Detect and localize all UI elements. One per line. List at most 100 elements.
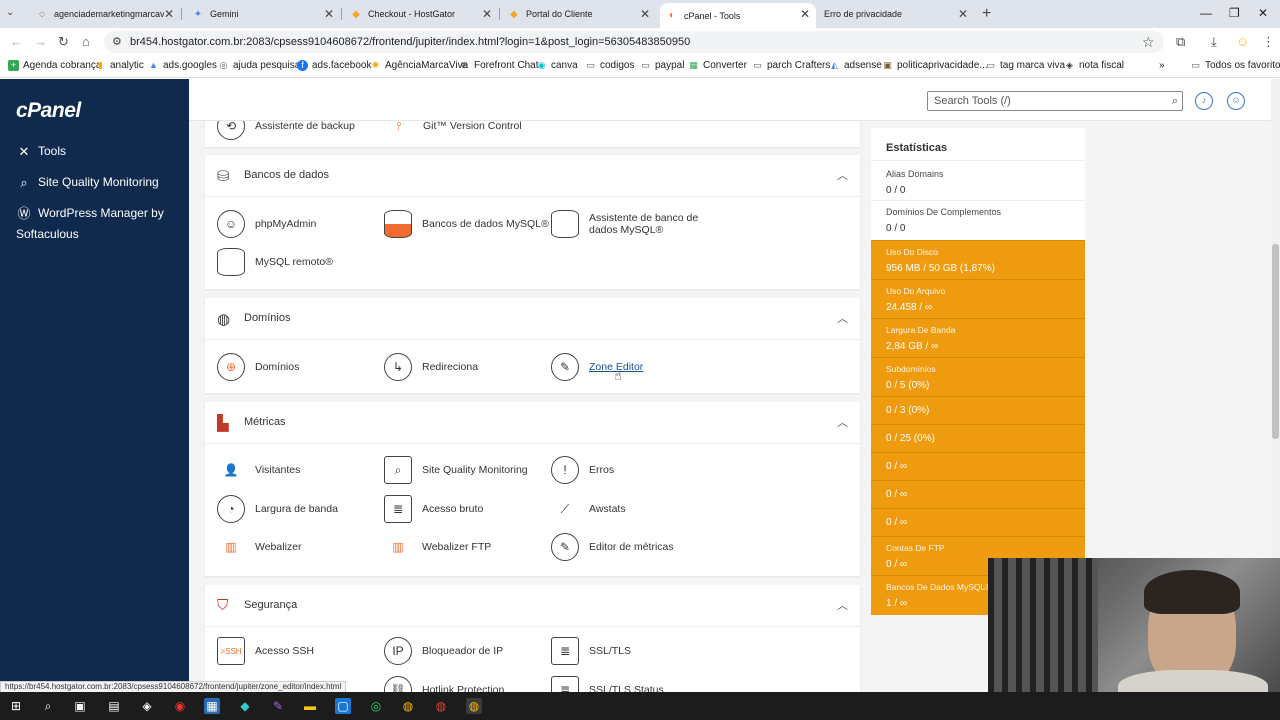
tool-webalizer[interactable]: ▥ Webalizer: [217, 533, 302, 561]
tool-git[interactable]: ⫯ Git™ Version Control: [385, 121, 522, 140]
tool-visitors[interactable]: 👤 Visitantes: [217, 456, 300, 484]
tool-ssl-tls[interactable]: ≣ SSL/TLS: [551, 637, 631, 665]
databases-card-header[interactable]: ⛁ Bancos de dados ︿: [205, 155, 860, 197]
bookmark-item[interactable]: ◈ nota fiscal: [1064, 60, 1124, 71]
tool-mysql-databases[interactable]: Bancos de dados MySQL®: [384, 210, 549, 238]
profile-icon[interactable]: ☺: [1236, 34, 1249, 49]
chrome-active-icon[interactable]: ◍: [466, 698, 482, 714]
chevron-up-icon[interactable]: ︿: [837, 310, 848, 326]
bookmark-item[interactable]: ◎ ajuda pesquisa: [218, 60, 301, 71]
all-bookmarks-folder[interactable]: ▭ Todos os favoritos: [1190, 60, 1280, 71]
file-explorer-icon[interactable]: ▬: [302, 698, 318, 714]
app-icon[interactable]: ▢: [335, 698, 351, 714]
tab-checkout[interactable]: ◆ Checkout - HostGator ✕: [344, 3, 498, 25]
tool-raw-access[interactable]: ≣ Acesso bruto: [384, 495, 483, 523]
sidebar-item-wordpress-manager-line2[interactable]: Softaculous: [16, 224, 79, 245]
bookmark-item[interactable]: ▣ politicaprivacidade...: [882, 60, 987, 71]
menu-icon[interactable]: ⋮: [1262, 34, 1275, 50]
chrome-icon[interactable]: ◍: [433, 698, 449, 714]
bookmark-folder[interactable]: ▭ tag marca viva: [985, 60, 1065, 71]
bookmark-folder[interactable]: ▭ parch Crafters: [752, 60, 830, 71]
close-icon[interactable]: ✕: [482, 7, 492, 21]
bookmark-item[interactable]: + Agenda cobrança: [8, 60, 101, 71]
window-close-icon[interactable]: ✕: [1258, 6, 1268, 20]
tool-hotlink-protection[interactable]: ⛓ Hotlink Protection: [384, 676, 504, 692]
user-account-icon[interactable]: ☺: [1227, 92, 1245, 110]
app-icon[interactable]: ◆: [237, 698, 253, 714]
tool-awstats[interactable]: ⟋ Awstats: [551, 495, 626, 523]
reload-icon[interactable]: ↻: [58, 34, 69, 50]
tool-bandwidth[interactable]: ◔ Largura de banda: [217, 495, 338, 523]
bookmark-folder[interactable]: ▭ codigos: [585, 60, 634, 71]
tab-agencia[interactable]: ◌ agenciademarketingmarcaviva ✕: [30, 3, 180, 25]
sidebar-item-wordpress-manager[interactable]: Ⓦ WordPress Manager by: [16, 203, 163, 224]
app-icon[interactable]: ▦: [204, 698, 220, 714]
tool-webalizer-ftp[interactable]: ▥ Webalizer FTP: [384, 533, 491, 561]
bookmark-item[interactable]: ⊛ Forefront Chat: [459, 60, 539, 71]
bookmark-item[interactable]: ✺ AgênciaMarcaViva: [370, 60, 468, 71]
tool-domains[interactable]: ⊕ Domínios: [217, 353, 299, 381]
windows-start-icon[interactable]: ⊞: [8, 698, 24, 714]
app-icon[interactable]: ◈: [139, 698, 155, 714]
scrollbar-thumb[interactable]: [1272, 244, 1279, 439]
forward-icon[interactable]: →: [34, 34, 47, 49]
search-icon[interactable]: ⌕: [1172, 92, 1178, 110]
app-icon[interactable]: ▤: [106, 698, 122, 714]
bookmark-item[interactable]: ◭ adsense: [829, 60, 882, 71]
security-card-header[interactable]: ⛉ Segurança ︿: [205, 585, 860, 627]
bookmark-item[interactable]: ▲ ads.googles: [148, 60, 217, 71]
close-icon[interactable]: ✕: [324, 7, 334, 21]
sidebar-item-site-quality[interactable]: ⌕ Site Quality Monitoring: [16, 172, 158, 193]
site-info-icon[interactable]: ⚙: [112, 31, 122, 53]
bookmarks-overflow-button[interactable]: »: [1159, 60, 1165, 71]
tool-remote-mysql[interactable]: MySQL remoto®: [217, 248, 333, 276]
bookmark-item[interactable]: f ads.facebook: [297, 60, 372, 71]
tool-redirects[interactable]: ↳ Redireciona: [384, 353, 478, 381]
bookmark-item[interactable]: ◉ canva: [536, 60, 578, 71]
tool-zone-editor[interactable]: ✎ Zone Editor: [551, 353, 643, 381]
tool-site-quality[interactable]: ⌕ Site Quality Monitoring: [384, 456, 528, 484]
extensions-icon[interactable]: ⧉: [1176, 34, 1185, 50]
domains-card-header[interactable]: ◍ Domínios ︿: [205, 298, 860, 340]
bookmark-folder[interactable]: ▭ paypal: [640, 60, 684, 71]
metrics-card-header[interactable]: ▙ Métricas ︿: [205, 402, 860, 444]
minimize-icon[interactable]: —: [1200, 6, 1212, 20]
whatsapp-icon[interactable]: ◎: [368, 698, 384, 714]
chevron-up-icon[interactable]: ︿: [837, 167, 848, 183]
chevron-up-icon[interactable]: ︿: [837, 414, 848, 430]
chevron-up-icon[interactable]: ︿: [837, 597, 848, 613]
back-icon[interactable]: ←: [10, 34, 23, 49]
tool-errors[interactable]: ! Erros: [551, 456, 614, 484]
tool-ssh-access[interactable]: >SSH Acesso SSH: [217, 637, 314, 665]
cpanel-logo[interactable]: cPanel: [16, 99, 81, 123]
tool-ssl-tls-status[interactable]: ≣ SSL/TLS Status: [551, 676, 664, 692]
bookmark-star-icon[interactable]: ☆: [1142, 34, 1155, 51]
chrome-icon[interactable]: ◍: [400, 698, 416, 714]
tool-ip-blocker[interactable]: IP Bloqueador de IP: [384, 637, 503, 665]
sidebar-item-tools[interactable]: ✕ Tools: [16, 141, 66, 162]
tool-backup-wizard[interactable]: ⟲ Assistente de backup: [217, 121, 355, 140]
bookmark-item[interactable]: ▦ Converter: [688, 60, 747, 71]
close-icon[interactable]: ✕: [958, 7, 968, 21]
tab-gemini[interactable]: ✦ Gemini ✕: [186, 3, 340, 25]
close-icon[interactable]: ✕: [164, 7, 174, 21]
tool-metrics-editor[interactable]: ✎ Editor de métricas: [551, 533, 674, 561]
app-icon[interactable]: ✎: [270, 698, 286, 714]
task-view-icon[interactable]: ▣: [72, 698, 88, 714]
notifications-icon[interactable]: ♪: [1195, 92, 1213, 110]
tool-phpmyadmin[interactable]: ☺ phpMyAdmin: [217, 210, 316, 238]
tab-erro-privacidade[interactable]: Erro de privacidade ✕: [818, 3, 974, 25]
bookmark-item[interactable]: ▮ analytic: [95, 60, 144, 71]
close-icon[interactable]: ✕: [800, 7, 810, 21]
home-icon[interactable]: ⌂: [82, 34, 90, 49]
search-tools-input[interactable]: Search Tools (/) ⌕: [927, 91, 1183, 111]
tab-cpanel-active[interactable]: ◐ cPanel - Tools ✕: [660, 3, 816, 28]
restore-icon[interactable]: ❐: [1229, 6, 1240, 20]
tool-mysql-wizard[interactable]: Assistente de banco de dados MySQL®: [551, 210, 698, 238]
app-icon[interactable]: ◉: [172, 698, 188, 714]
tab-portal[interactable]: ◆ Portal do Cliente ✕: [502, 3, 656, 25]
close-icon[interactable]: ✕: [640, 7, 650, 21]
new-tab-button[interactable]: +: [982, 5, 991, 23]
search-icon[interactable]: ⌕: [40, 698, 56, 714]
url-input[interactable]: ⚙ br454.hostgator.com.br:2083/cpsess9104…: [104, 31, 1164, 53]
